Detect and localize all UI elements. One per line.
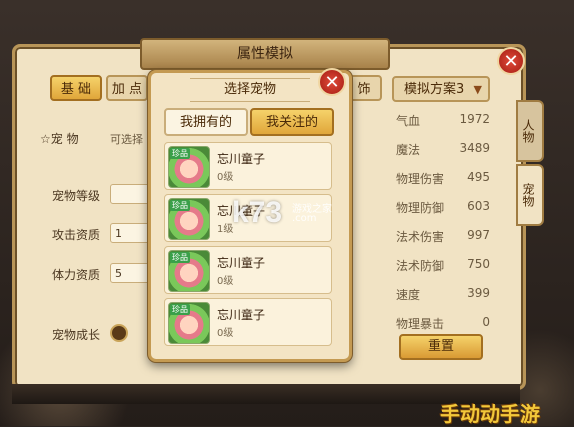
stat-row: 速度 399: [396, 286, 500, 315]
attack-aptitude-field[interactable]: 1: [110, 223, 150, 243]
stat-name: 法术伤害: [396, 230, 445, 244]
stat-value: 750: [467, 257, 490, 271]
pet-name: 忘川童子: [217, 308, 266, 322]
watermark-logo: k73: [232, 196, 283, 229]
growth-toggle[interactable]: [110, 324, 128, 342]
pet-card[interactable]: 珍品 忘川童子 0级: [164, 298, 332, 346]
panel-title: 属性模拟: [140, 38, 390, 70]
panel-close-button[interactable]: ✕: [497, 47, 525, 75]
reset-button[interactable]: 重置: [399, 334, 483, 360]
stat-value: 603: [467, 199, 490, 213]
stat-value: 0: [482, 315, 490, 329]
side-tab-character[interactable]: 人物: [516, 100, 544, 162]
modal-close-button[interactable]: ✕: [318, 68, 346, 96]
stat-name: 气血: [396, 114, 421, 128]
stat-value: 3489: [459, 141, 490, 155]
side-tab-pet[interactable]: 宠物: [516, 164, 544, 226]
pet-level: 1级: [217, 224, 234, 235]
tab-owned[interactable]: 我拥有的: [164, 108, 248, 136]
stat-row: 物理伤害 495: [396, 170, 500, 199]
pet-card[interactable]: 珍品 忘川童子 0级: [164, 142, 332, 190]
modal-title: 选择宠物: [190, 78, 310, 102]
scheme-label: 模拟方案3: [404, 82, 465, 97]
stat-row: 魔法 3489: [396, 141, 500, 170]
pet-list: 珍品 忘川童子 0级 珍品 忘川童子 1级 珍品 忘川童子 0级 珍品 忘川童子…: [164, 142, 332, 350]
stat-row: 法术防御 750: [396, 257, 500, 286]
tab-basic[interactable]: 基 础: [50, 75, 102, 101]
stat-name: 魔法: [396, 143, 421, 157]
pet-card[interactable]: 珍品 忘川童子 0级: [164, 246, 332, 294]
pet-avatar: 珍品: [168, 198, 210, 240]
pet-name: 忘川童子: [217, 152, 266, 166]
pet-growth-label: 宠物成长: [52, 328, 101, 342]
stat-name: 物理伤害: [396, 172, 445, 186]
chevron-down-icon: ▼: [473, 83, 482, 96]
stat-row: 气血 1972: [396, 112, 500, 141]
corner-watermark: 手动动手游: [440, 402, 540, 426]
stat-name: 速度: [396, 288, 421, 302]
pet-level: 0级: [217, 328, 234, 339]
stamina-aptitude-field[interactable]: 5: [110, 263, 150, 283]
close-icon: ✕: [503, 51, 519, 72]
stat-name: 物理暴击: [396, 317, 445, 331]
stat-value: 1972: [459, 112, 490, 126]
stat-value: 997: [467, 228, 490, 242]
pet-avatar: 珍品: [168, 302, 210, 344]
rarity-badge: 珍品: [170, 252, 190, 263]
stat-row: 物理防御 603: [396, 199, 500, 228]
pet-avatar: 珍品: [168, 146, 210, 188]
watermark-domain: .com: [292, 213, 317, 224]
stat-name: 法术防御: [396, 259, 445, 273]
pet-level-field[interactable]: [110, 184, 150, 204]
rarity-badge: 珍品: [170, 148, 190, 159]
pet-level: 0级: [217, 172, 234, 183]
pet-level: 0级: [217, 276, 234, 287]
stat-value: 495: [467, 170, 490, 184]
tab-points[interactable]: 加 点: [106, 75, 148, 101]
close-icon: ✕: [324, 72, 340, 93]
rarity-badge: 珍品: [170, 200, 190, 211]
stat-name: 物理防御: [396, 201, 445, 215]
scheme-select[interactable]: 模拟方案3 ▼: [392, 76, 490, 102]
optional-hint: 可选择: [110, 133, 143, 146]
pet-avatar: 珍品: [168, 250, 210, 292]
tab-watched[interactable]: 我关注的: [250, 108, 334, 136]
attack-aptitude-label: 攻击资质: [52, 228, 101, 242]
pet-level-label: 宠物等级: [52, 189, 101, 203]
stat-value: 399: [467, 286, 490, 300]
rarity-badge: 珍品: [170, 304, 190, 315]
pet-name: 忘川童子: [217, 256, 266, 270]
stat-row: 法术伤害 997: [396, 228, 500, 257]
stats-list: 气血 1972 魔法 3489 物理伤害 495 物理防御 603 法术伤害 997 法术…: [396, 112, 500, 344]
stamina-aptitude-label: 体力资质: [52, 268, 101, 282]
pet-label: ☆宠 物: [40, 132, 79, 146]
